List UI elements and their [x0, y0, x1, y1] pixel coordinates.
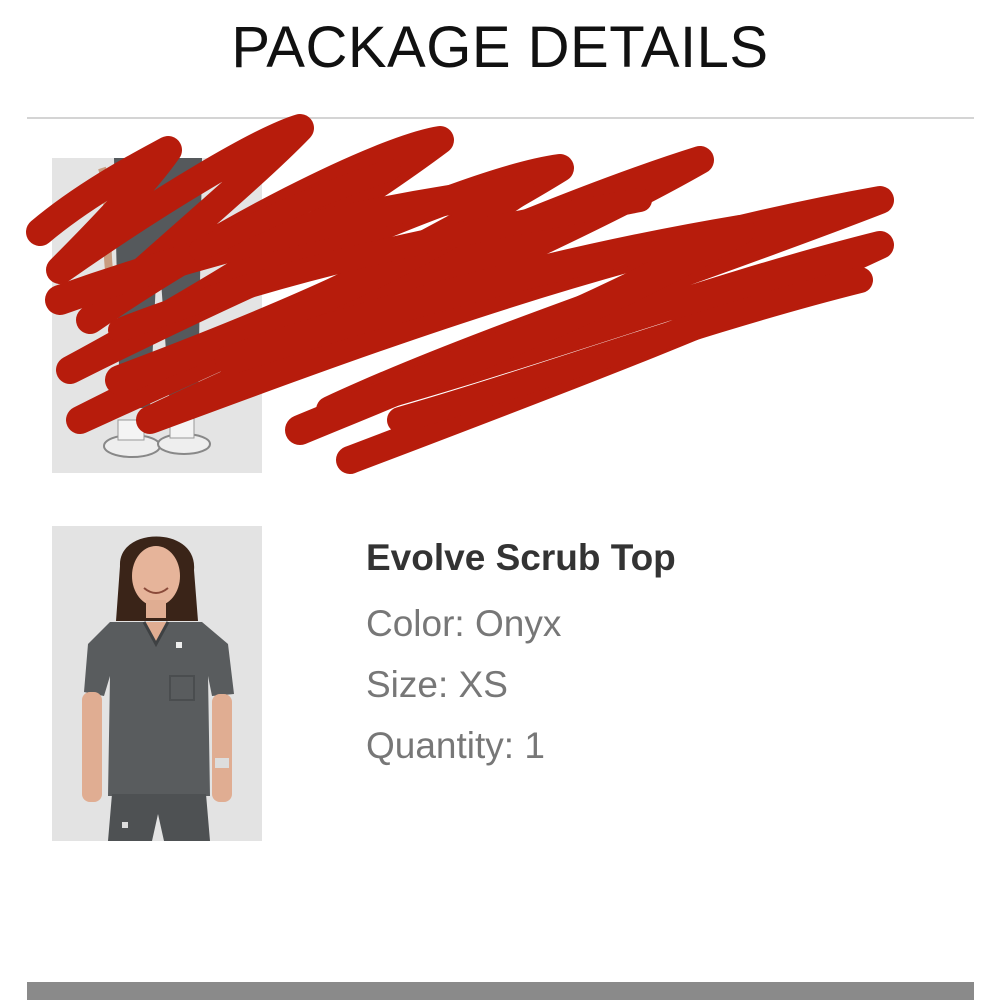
color-label: Color [366, 603, 475, 644]
quantity-label: Quantity [366, 725, 524, 766]
color-value: Onyx [474, 603, 562, 644]
package-details-page: PACKAGE DETAILS Evolve Scrub Top Color:… [0, 0, 1000, 1000]
section-divider [27, 117, 974, 119]
page-title: PACKAGE DETAILS [231, 15, 769, 80]
redaction-scribble [26, 114, 894, 474]
item-2-product-image[interactable] [52, 526, 262, 841]
item-1-product-image[interactable] [52, 158, 262, 473]
item-2-size: SizeXS [366, 661, 676, 709]
item-2-info: Evolve Scrub Top ColorOnyx SizeXS Quanti… [366, 534, 676, 783]
size-value: XS [458, 664, 508, 705]
bottom-banner-image[interactable] [27, 982, 974, 1000]
quantity-value: 1 [524, 725, 545, 766]
item-2-name[interactable]: Evolve Scrub Top [366, 534, 676, 582]
item-2-quantity: Quantity1 [366, 722, 676, 770]
size-label: Size [366, 664, 459, 705]
item-2-color: ColorOnyx [366, 600, 676, 648]
